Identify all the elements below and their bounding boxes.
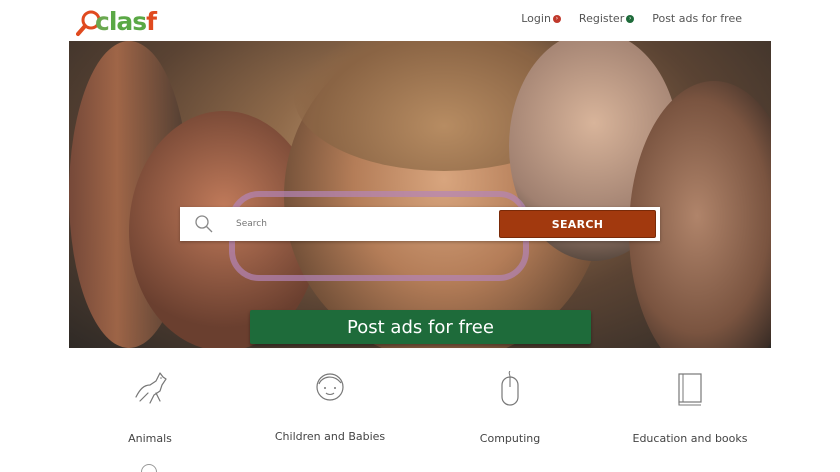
hero-banner <box>69 41 771 348</box>
category-animals[interactable]: Animals <box>65 364 235 445</box>
search-input[interactable] <box>236 209 496 239</box>
search-button[interactable]: SEARCH <box>499 210 656 238</box>
book-icon <box>605 364 775 414</box>
baby-face-icon <box>245 362 415 412</box>
logo-text: clasf <box>95 7 157 36</box>
category-education-and-books[interactable]: Education and books <box>605 364 775 445</box>
register-link[interactable]: Register › <box>579 12 635 25</box>
arrow-right-icon: › <box>552 14 561 23</box>
category-label: Education and books <box>632 432 748 445</box>
category-label: Animals <box>128 432 172 445</box>
post-ads-link[interactable]: Post ads for free <box>652 12 742 25</box>
category-children-and-babies[interactable]: Children and Babies <box>245 362 415 443</box>
search-bar: SEARCH <box>180 207 660 241</box>
dog-icon <box>65 364 235 414</box>
category-label: Computing <box>479 432 541 445</box>
categories-grid: Animals Children and Babies Computing Ed… <box>69 360 771 472</box>
site-logo[interactable]: clasf <box>76 7 168 38</box>
arrow-right-icon: › <box>626 14 635 23</box>
post-ads-button[interactable]: Post ads for free <box>250 310 591 344</box>
search-icon <box>180 207 228 241</box>
category-label: Children and Babies <box>274 430 386 443</box>
login-link[interactable]: Login › <box>521 12 561 25</box>
top-navigation: Login › Register › Post ads for free <box>521 12 742 25</box>
partial-category-icon <box>141 464 157 472</box>
category-computing[interactable]: Computing <box>425 364 595 445</box>
mouse-icon <box>425 364 595 414</box>
